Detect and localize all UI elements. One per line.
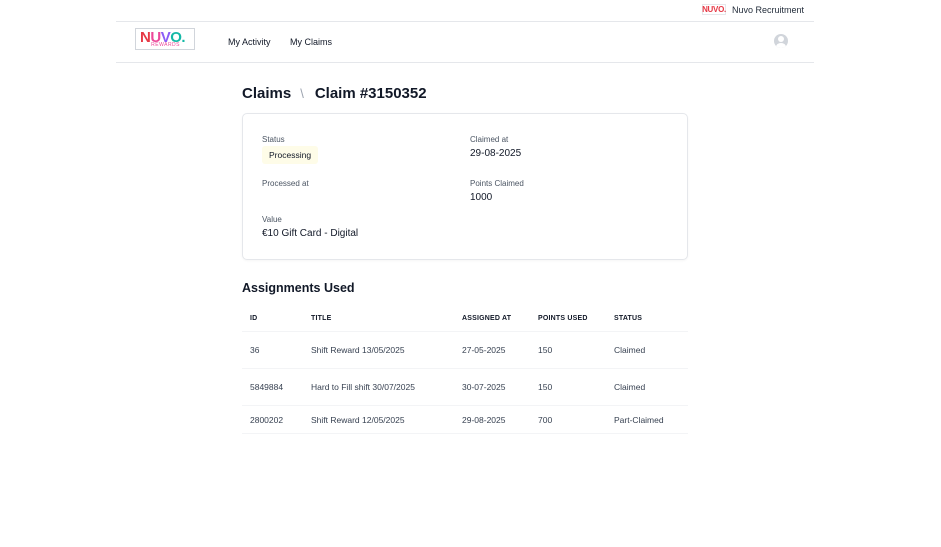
column-header-status: STATUS xyxy=(614,315,643,322)
app-header: NUVO. REWARDS My Activity My Claims xyxy=(116,22,814,62)
value-label: Value xyxy=(262,215,282,224)
status-label: Status xyxy=(262,135,285,144)
value-value: €10 Gift Card - Digital xyxy=(262,228,359,239)
cell-title: Shift Reward 13/05/2025 xyxy=(311,345,405,355)
claim-details-card: Status Processing Claimed at 29-08-2025 … xyxy=(242,113,688,260)
cell-id: 5849884 xyxy=(250,382,284,392)
cell-points-used: 700 xyxy=(538,415,553,425)
column-header-id: ID xyxy=(250,315,258,322)
column-header-assigned-at: ASSIGNED AT xyxy=(462,315,512,322)
breadcrumb: Claims \ Claim #3150352 xyxy=(242,83,427,103)
cell-id: 2800202 xyxy=(250,415,284,425)
cell-points-used: 150 xyxy=(538,382,553,392)
breadcrumb-separator: \ xyxy=(300,85,304,101)
cell-points-used: 150 xyxy=(538,345,553,355)
org-strip: NUVO. Nuvo Recruitment xyxy=(0,0,941,20)
assignments-title: Assignments Used xyxy=(242,281,355,295)
cell-id: 36 xyxy=(250,345,260,355)
cell-assigned-at: 27-05-2025 xyxy=(462,345,506,355)
divider xyxy=(116,62,814,63)
status-badge: Processing xyxy=(262,146,319,164)
cell-assigned-at: 30-07-2025 xyxy=(462,382,506,392)
processed-at-label: Processed at xyxy=(262,179,309,188)
cell-status: Claimed xyxy=(614,382,646,392)
breadcrumb-current: Claim #3150352 xyxy=(314,84,427,102)
nuvo-rewards-logo[interactable]: NUVO. REWARDS xyxy=(135,28,195,50)
column-header-points-used: POINTS USED xyxy=(538,315,588,322)
org-name[interactable]: Nuvo Recruitment xyxy=(732,5,804,15)
user-avatar-icon[interactable] xyxy=(774,34,788,48)
org-logo-text: NUVO. xyxy=(702,4,726,14)
table-row: 36 Shift Reward 13/05/2025 27-05-2025 15… xyxy=(242,332,688,369)
nav-my-claims[interactable]: My Claims xyxy=(290,37,332,47)
cell-title: Shift Reward 12/05/2025 xyxy=(311,415,405,425)
cell-status: Claimed xyxy=(614,345,646,355)
nav-my-activity[interactable]: My Activity xyxy=(228,37,271,47)
assignments-table: ID TITLE ASSIGNED AT POINTS USED STATUS … xyxy=(242,309,688,434)
claimed-at-label: Claimed at xyxy=(470,135,509,144)
breadcrumb-claims[interactable]: Claims xyxy=(242,85,291,102)
cell-title: Hard to Fill shift 30/07/2025 xyxy=(311,382,415,392)
column-header-title: TITLE xyxy=(311,315,332,322)
logo-subtitle: REWARDS xyxy=(151,42,180,48)
org-logo: NUVO. xyxy=(702,4,726,15)
table-row: 5849884 Hard to Fill shift 30/07/2025 30… xyxy=(242,369,688,406)
logo-letter: N xyxy=(140,29,151,46)
table-header: ID TITLE ASSIGNED AT POINTS USED STATUS xyxy=(242,309,688,332)
avatar-head-shape xyxy=(778,36,784,42)
points-claimed-value: 1000 xyxy=(470,192,493,203)
cell-assigned-at: 29-08-2025 xyxy=(462,415,506,425)
cell-status: Part-Claimed xyxy=(614,415,664,425)
avatar-body-shape xyxy=(776,43,786,48)
table-row: 2800202 Shift Reward 12/05/2025 29-08-20… xyxy=(242,406,688,434)
claimed-at-value: 29-08-2025 xyxy=(470,148,522,159)
points-claimed-label: Points Claimed xyxy=(470,179,524,188)
